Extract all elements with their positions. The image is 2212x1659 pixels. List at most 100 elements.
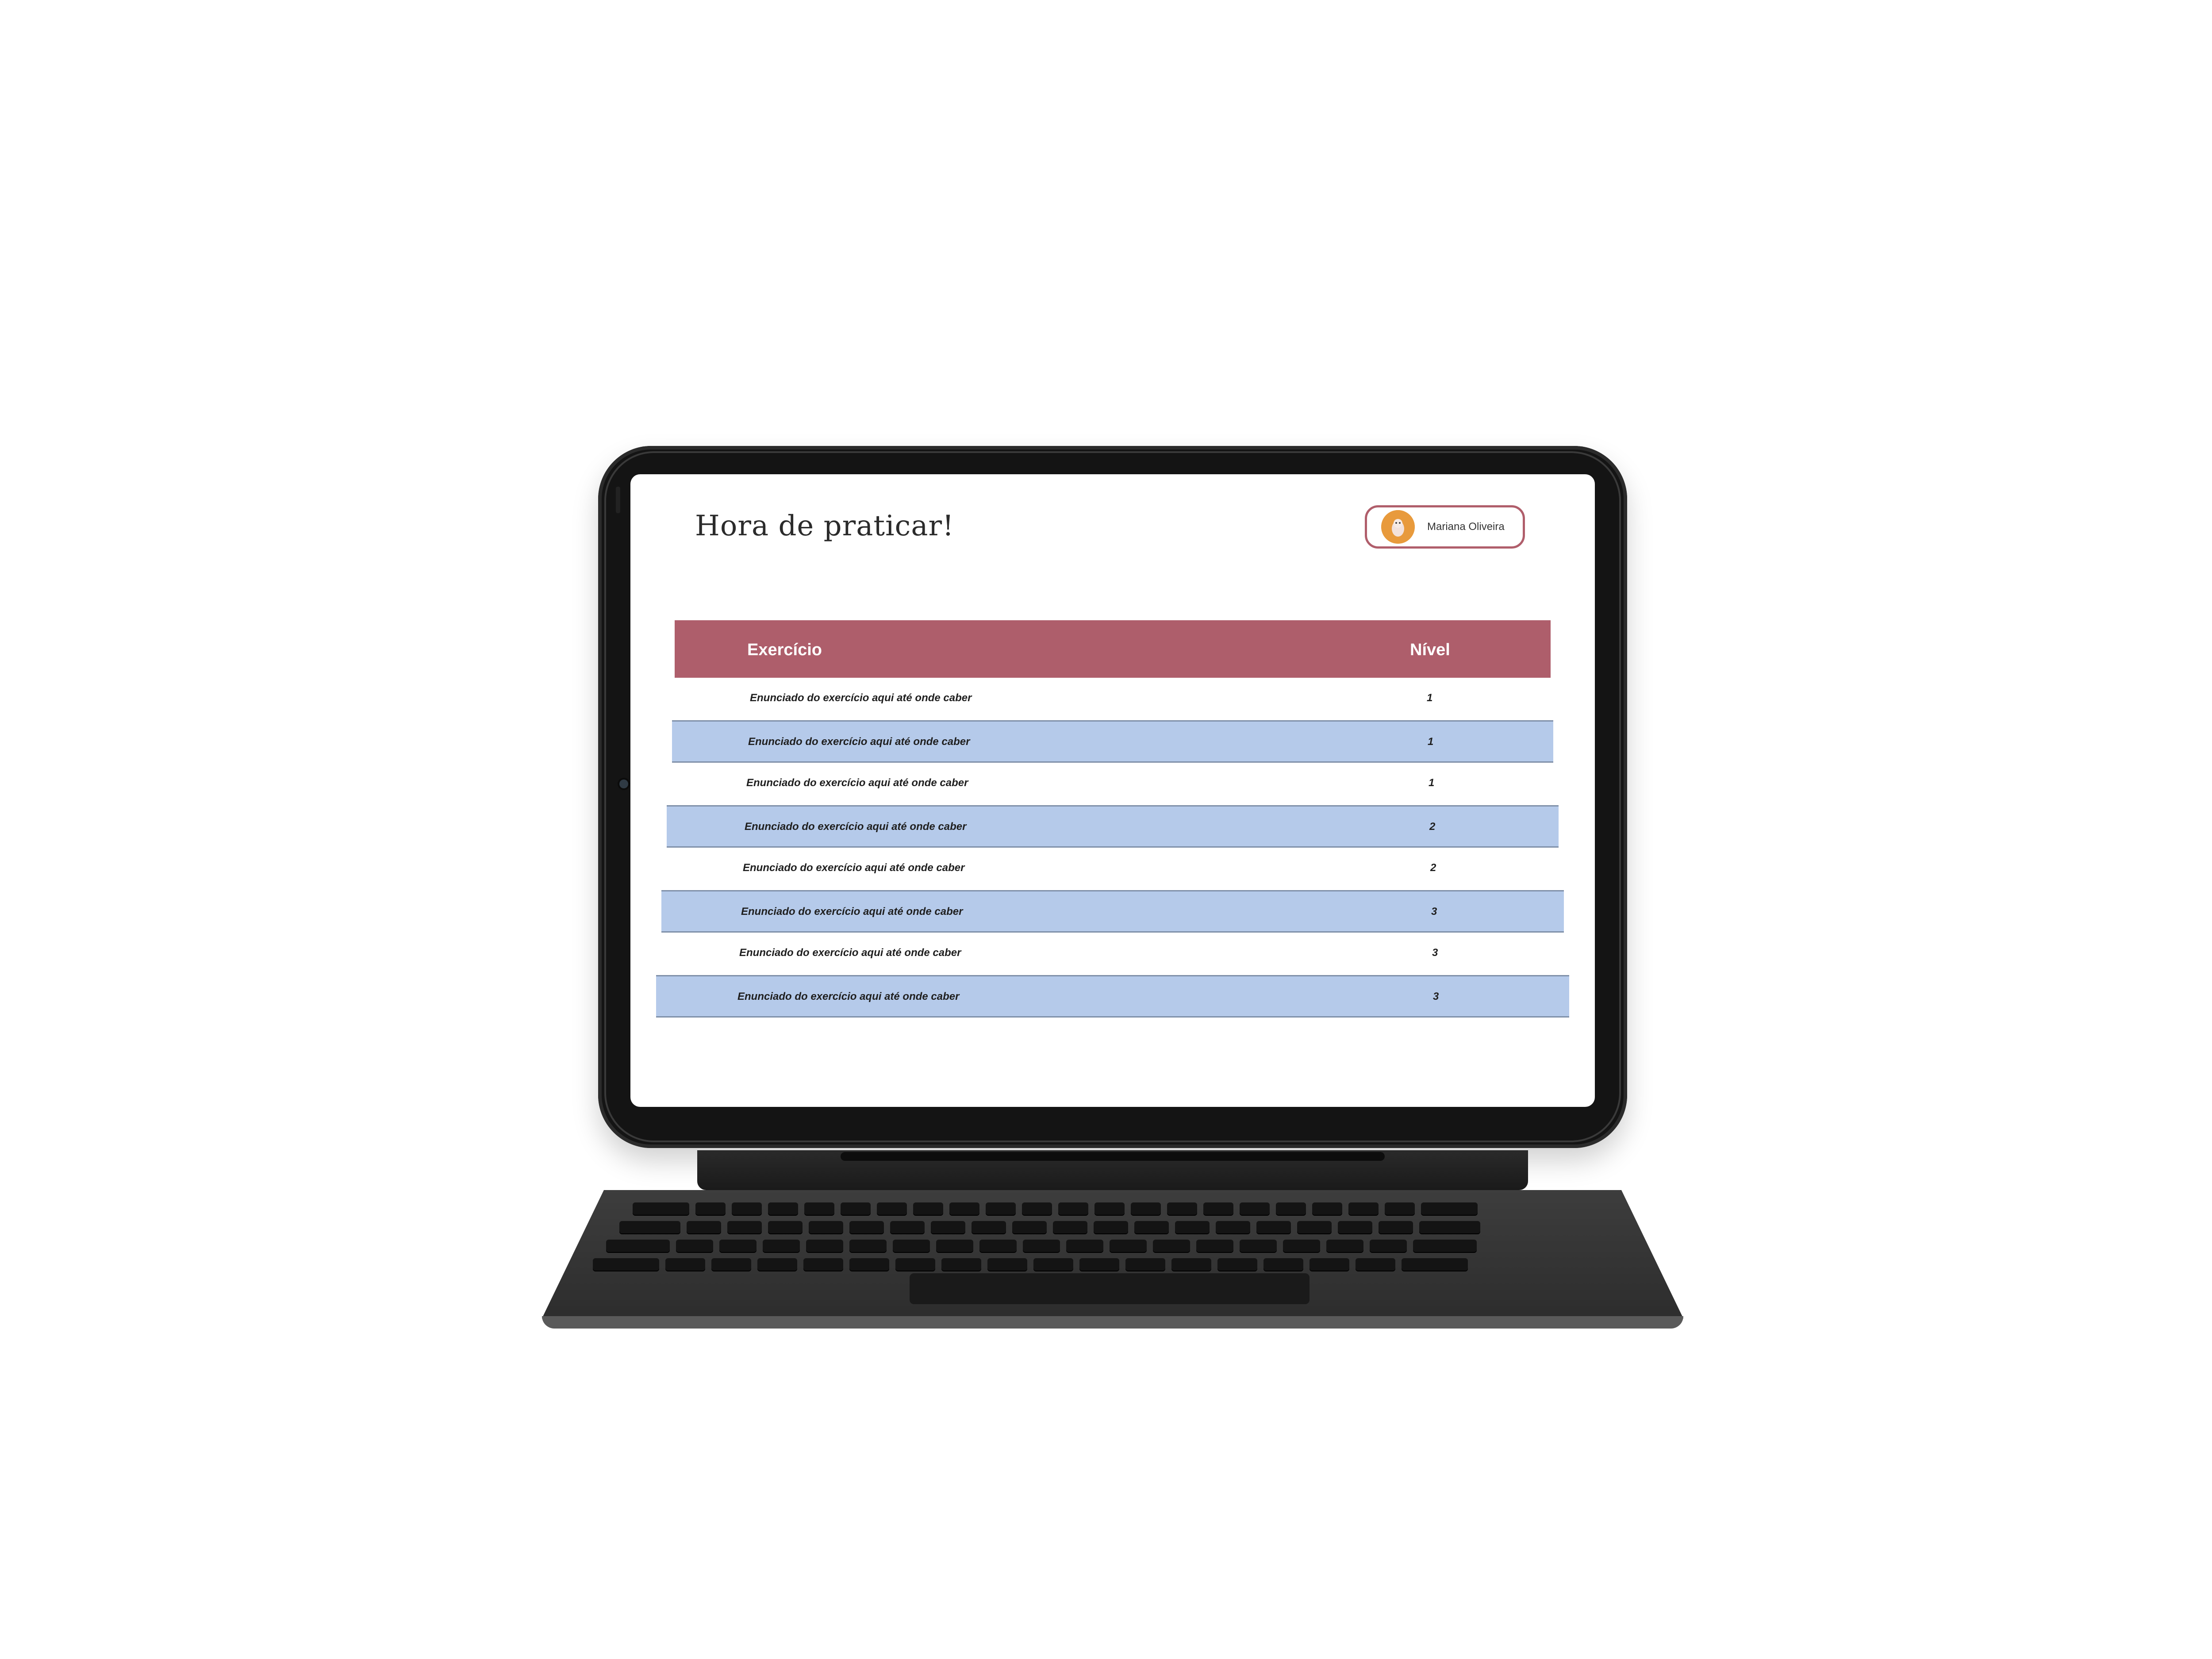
keyboard-key[interactable]: [849, 1240, 887, 1252]
keyboard-key[interactable]: [768, 1202, 798, 1215]
user-profile-button[interactable]: Mariana Oliveira: [1365, 505, 1525, 549]
keyboard-key[interactable]: [893, 1240, 930, 1252]
user-name: Mariana Oliveira: [1427, 521, 1505, 533]
keyboard-key[interactable]: [803, 1258, 843, 1271]
keyboard-key[interactable]: [606, 1240, 670, 1252]
keyboard-key[interactable]: [1310, 1258, 1349, 1271]
keyboard-key[interactable]: [665, 1258, 705, 1271]
keyboard-key[interactable]: [727, 1221, 762, 1233]
keyboard-key[interactable]: [1153, 1240, 1190, 1252]
table-row[interactable]: Enunciado do exercício aqui até onde cab…: [664, 848, 1561, 890]
keyboard-key[interactable]: [806, 1240, 843, 1252]
keyboard-key[interactable]: [1079, 1258, 1119, 1271]
keyboard-key[interactable]: [687, 1221, 721, 1233]
table-row[interactable]: Enunciado do exercício aqui até onde cab…: [659, 933, 1567, 975]
keyboard-key[interactable]: [1338, 1221, 1372, 1233]
keyboard-key[interactable]: [849, 1258, 889, 1271]
keyboard-key[interactable]: [1263, 1258, 1303, 1271]
keyboard-key[interactable]: [987, 1258, 1027, 1271]
tablet-screen: Hora de praticar! Mariana Oliveira Exerc…: [630, 474, 1595, 1107]
keyboard-key[interactable]: [1240, 1202, 1270, 1215]
keyboard-key[interactable]: [1276, 1202, 1306, 1215]
keyboard-key[interactable]: [768, 1221, 803, 1233]
column-header-level: Nível: [1410, 641, 1450, 659]
keyboard-row: [633, 1202, 1478, 1215]
keyboard-key[interactable]: [986, 1202, 1016, 1215]
keyboard-key[interactable]: [757, 1258, 797, 1271]
keyboard-key[interactable]: [1297, 1221, 1332, 1233]
keyboard-key[interactable]: [1356, 1258, 1395, 1271]
exercise-level: 1: [1429, 777, 1435, 789]
exercise-statement: Enunciado do exercício aqui até onde cab…: [748, 736, 970, 748]
trackpad[interactable]: [910, 1273, 1310, 1304]
keyboard-key[interactable]: [1413, 1240, 1477, 1252]
keyboard-key[interactable]: [1421, 1202, 1478, 1215]
keyboard-key[interactable]: [1110, 1240, 1147, 1252]
keyboard-key[interactable]: [1023, 1240, 1060, 1252]
keyboard-key[interactable]: [1058, 1202, 1088, 1215]
table-row[interactable]: Enunciado do exercício aqui até onde cab…: [661, 890, 1564, 933]
keyboard-key[interactable]: [804, 1202, 834, 1215]
keyboard-key[interactable]: [1217, 1258, 1257, 1271]
keyboard-key[interactable]: [1240, 1240, 1277, 1252]
keyboard-key[interactable]: [1131, 1202, 1161, 1215]
keyboard-key[interactable]: [593, 1258, 659, 1271]
keyboard-key[interactable]: [1167, 1202, 1197, 1215]
keyboard-key[interactable]: [849, 1221, 884, 1233]
exercise-level: 3: [1431, 906, 1437, 918]
keyboard-key[interactable]: [1171, 1258, 1211, 1271]
keyboard-key[interactable]: [1216, 1221, 1250, 1233]
keyboard-key[interactable]: [809, 1221, 843, 1233]
keyboard-key[interactable]: [841, 1202, 871, 1215]
keyboard-key[interactable]: [1203, 1202, 1233, 1215]
keyboard-key[interactable]: [1022, 1202, 1052, 1215]
keyboard-key[interactable]: [1370, 1240, 1407, 1252]
keyboard-row: [619, 1221, 1480, 1233]
keyboard-key[interactable]: [711, 1258, 751, 1271]
table-row[interactable]: Enunciado do exercício aqui até onde cab…: [669, 763, 1556, 805]
keyboard-key[interactable]: [877, 1202, 907, 1215]
keyboard-key[interactable]: [1326, 1240, 1363, 1252]
keyboard-key[interactable]: [895, 1258, 935, 1271]
table-row[interactable]: Enunciado do exercício aqui até onde cab…: [656, 975, 1569, 1018]
keyboard-key[interactable]: [1402, 1258, 1468, 1271]
keyboard-key[interactable]: [695, 1202, 726, 1215]
keyboard-key[interactable]: [1256, 1221, 1291, 1233]
keyboard-key[interactable]: [1348, 1202, 1379, 1215]
keyboard-key[interactable]: [1033, 1258, 1073, 1271]
keyboard-key[interactable]: [619, 1221, 680, 1233]
keyboard-key[interactable]: [1125, 1258, 1165, 1271]
keyboard-key[interactable]: [1012, 1221, 1047, 1233]
keyboard-key[interactable]: [1134, 1221, 1169, 1233]
keyboard-key[interactable]: [972, 1221, 1006, 1233]
table-row[interactable]: Enunciado do exercício aqui até onde cab…: [675, 678, 1551, 720]
keyboard-key[interactable]: [719, 1240, 757, 1252]
keyboard-key[interactable]: [890, 1221, 925, 1233]
table-row[interactable]: Enunciado do exercício aqui até onde cab…: [672, 720, 1553, 763]
keyboard-key[interactable]: [979, 1240, 1017, 1252]
keyboard-key[interactable]: [1066, 1240, 1103, 1252]
exercise-level: 1: [1427, 692, 1433, 704]
keyboard-key[interactable]: [1379, 1221, 1413, 1233]
keyboard-key[interactable]: [931, 1221, 965, 1233]
keyboard-key[interactable]: [763, 1240, 800, 1252]
keyboard-key[interactable]: [941, 1258, 981, 1271]
exercise-statement: Enunciado do exercício aqui até onde cab…: [741, 906, 963, 918]
keyboard-key[interactable]: [1094, 1202, 1125, 1215]
keyboard-key[interactable]: [1385, 1202, 1415, 1215]
keyboard-key[interactable]: [1196, 1240, 1233, 1252]
keyboard-key[interactable]: [732, 1202, 762, 1215]
keyboard-row: [606, 1240, 1477, 1252]
keyboard-key[interactable]: [949, 1202, 979, 1215]
keyboard-key[interactable]: [1053, 1221, 1087, 1233]
table-row[interactable]: Enunciado do exercício aqui até onde cab…: [667, 805, 1559, 848]
keyboard-key[interactable]: [913, 1202, 943, 1215]
keyboard-key[interactable]: [1419, 1221, 1480, 1233]
keyboard-key[interactable]: [633, 1202, 689, 1215]
keyboard-key[interactable]: [676, 1240, 713, 1252]
keyboard-key[interactable]: [936, 1240, 973, 1252]
keyboard-key[interactable]: [1312, 1202, 1342, 1215]
keyboard-key[interactable]: [1175, 1221, 1210, 1233]
keyboard-key[interactable]: [1283, 1240, 1320, 1252]
keyboard-key[interactable]: [1094, 1221, 1128, 1233]
